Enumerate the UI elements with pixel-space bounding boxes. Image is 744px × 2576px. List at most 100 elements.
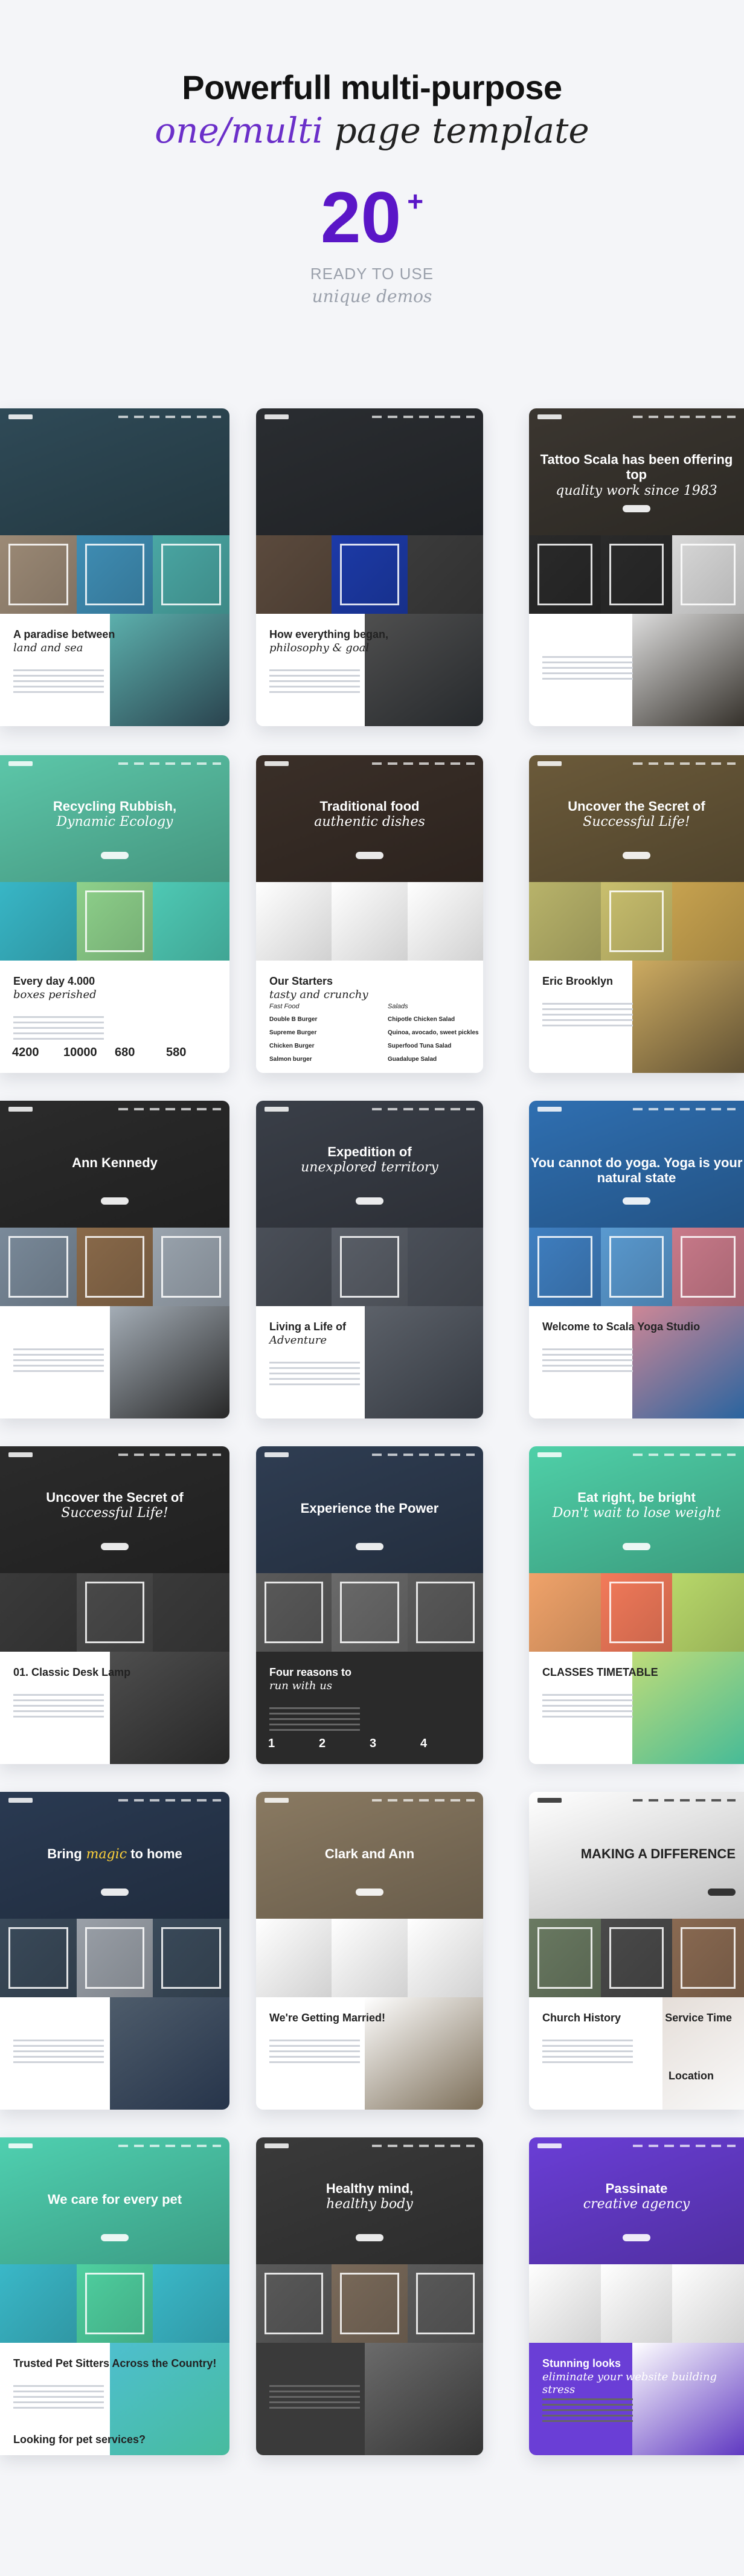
demo-tile[interactable] — [332, 1573, 408, 1652]
menu-item[interactable]: Chipotle Chicken Salad — [388, 1016, 455, 1023]
demo-card[interactable]: Uncover the Secret of Successful Life! 01.… — [0, 1446, 229, 1764]
menu-item[interactable]: Chicken Burger — [269, 1043, 314, 1050]
demo-tile[interactable] — [332, 1228, 408, 1306]
demo-tile[interactable] — [407, 1228, 483, 1306]
demo-tile[interactable] — [600, 1228, 673, 1306]
menu-item[interactable]: Guadalupe Salad — [388, 1056, 437, 1063]
demo-cta-button[interactable] — [356, 2234, 383, 2241]
demo-tile[interactable] — [407, 1573, 483, 1652]
demo-card[interactable]: Expedition of unexplored territory Living … — [256, 1101, 483, 1418]
demo-tile[interactable] — [332, 2264, 408, 2343]
demo-tile[interactable] — [672, 1573, 744, 1652]
demo-tile[interactable] — [407, 1919, 483, 1997]
demo-title-text: Healthy mind, — [326, 2181, 414, 2196]
demo-tile[interactable] — [153, 882, 229, 961]
demo-cta-button[interactable] — [356, 1543, 383, 1550]
demo-tile[interactable] — [407, 2264, 483, 2343]
demo-tile[interactable] — [529, 1228, 601, 1306]
demo-tile[interactable] — [76, 1573, 153, 1652]
demo-card[interactable]: Ann Kennedy — [0, 1101, 229, 1418]
demo-card[interactable]: Uncover the Secret of Successful Life! Eri… — [529, 755, 744, 1073]
demo-tile[interactable] — [600, 2264, 673, 2343]
demo-tile[interactable] — [332, 1919, 408, 1997]
menu-item[interactable]: Supreme Burger — [269, 1029, 316, 1037]
demo-card[interactable]: A paradise between land and sea — [0, 408, 229, 726]
demo-cta-button[interactable] — [623, 1197, 650, 1205]
demo-tile[interactable] — [0, 1228, 77, 1306]
demo-tile[interactable] — [0, 535, 77, 614]
demo-card[interactable]: We care for every pet Trusted Pet Sitters… — [0, 2137, 229, 2455]
demo-tile[interactable] — [600, 882, 673, 961]
demo-tile[interactable] — [600, 535, 673, 614]
demo-cta-button[interactable] — [101, 1197, 129, 1205]
demo-cta-button[interactable] — [623, 1543, 650, 1550]
demo-cta-button[interactable] — [623, 2234, 650, 2241]
demo-tile[interactable] — [332, 882, 408, 961]
demo-section-title-text: A paradise between — [13, 628, 115, 640]
demo-card[interactable]: Passinate creative agency Stunning looks el… — [529, 2137, 744, 2455]
demo-tile[interactable] — [256, 882, 332, 961]
demo-card[interactable]: Experience the Power Four reasons to run w… — [256, 1446, 483, 1764]
demo-tile[interactable] — [256, 2264, 332, 2343]
demo-tile[interactable] — [153, 1919, 229, 1997]
demo-tile[interactable] — [76, 1919, 153, 1997]
demo-tile[interactable] — [153, 1573, 229, 1652]
demo-tile[interactable] — [256, 1919, 332, 1997]
demo-card[interactable]: MAKING A DIFFERENCE Church History Service… — [529, 1792, 744, 2110]
demo-card[interactable]: Tattoo Scala has been offering top qualit… — [529, 408, 744, 726]
menu-item[interactable]: Salmon burger — [269, 1056, 312, 1063]
demo-card[interactable]: Recycling Rubbish, Dynamic Ecology Every d… — [0, 755, 229, 1073]
demo-tile[interactable] — [256, 1573, 332, 1652]
demo-cta-button[interactable] — [101, 852, 129, 859]
demo-cta-button[interactable] — [101, 1889, 129, 1896]
demo-tile[interactable] — [153, 1228, 229, 1306]
demo-tile[interactable] — [529, 2264, 601, 2343]
demo-tile[interactable] — [672, 2264, 744, 2343]
demo-tile[interactable] — [0, 882, 77, 961]
demo-tile[interactable] — [407, 535, 483, 614]
demo-cta-button[interactable] — [356, 1197, 383, 1205]
demo-tile[interactable] — [672, 1228, 744, 1306]
demo-card[interactable]: Bring magic to home — [0, 1792, 229, 2110]
demo-cta-button[interactable] — [708, 1889, 736, 1896]
menu-item[interactable]: Double B Burger — [269, 1016, 317, 1023]
demo-tile[interactable] — [0, 1919, 77, 1997]
demo-tile[interactable] — [76, 1228, 153, 1306]
demo-tile[interactable] — [529, 1573, 601, 1652]
stat-number: 3 — [370, 1737, 377, 1750]
demo-tile[interactable] — [600, 1573, 673, 1652]
demo-tile-frame — [161, 1927, 222, 1989]
demo-card[interactable]: Clark and Ann We're Getting Married! — [256, 1792, 483, 2110]
demo-tile[interactable] — [407, 882, 483, 961]
demo-tile[interactable] — [672, 535, 744, 614]
demo-tile[interactable] — [153, 535, 229, 614]
demo-cta-button[interactable] — [101, 2234, 129, 2241]
demo-tile[interactable] — [0, 1573, 77, 1652]
demo-cta-button[interactable] — [356, 1889, 383, 1896]
demo-tile[interactable] — [76, 535, 153, 614]
demo-tile[interactable] — [153, 2264, 229, 2343]
demo-tile[interactable] — [256, 535, 332, 614]
demo-cta-button[interactable] — [623, 852, 650, 859]
menu-item[interactable]: Superfood Tuna Salad — [388, 1043, 451, 1050]
demo-cta-button[interactable] — [356, 852, 383, 859]
demo-tile[interactable] — [0, 2264, 77, 2343]
demo-card[interactable]: Traditional food authentic dishes Our Star… — [256, 755, 483, 1073]
demo-tile[interactable] — [76, 2264, 153, 2343]
demo-cta-button[interactable] — [623, 505, 650, 512]
demo-card[interactable]: How everything began, philosophy & goal — [256, 408, 483, 726]
demo-tile[interactable] — [76, 882, 153, 961]
demo-tile[interactable] — [256, 1228, 332, 1306]
demo-card[interactable]: Healthy mind, healthy body — [256, 2137, 483, 2455]
demo-card[interactable]: Eat right, be bright Don't wait to lose w… — [529, 1446, 744, 1764]
demo-card[interactable]: You cannot do yoga. Yoga is your natural… — [529, 1101, 744, 1418]
demo-tile[interactable] — [529, 535, 601, 614]
demo-tile[interactable] — [332, 535, 408, 614]
demo-tile[interactable] — [529, 1919, 601, 1997]
demo-cta-button[interactable] — [101, 1543, 129, 1550]
demo-tile[interactable] — [672, 882, 744, 961]
demo-tile[interactable] — [529, 882, 601, 961]
demo-tile[interactable] — [600, 1919, 673, 1997]
menu-item[interactable]: Quinoa, avocado, sweet pickles — [388, 1029, 479, 1037]
demo-tile[interactable] — [672, 1919, 744, 1997]
